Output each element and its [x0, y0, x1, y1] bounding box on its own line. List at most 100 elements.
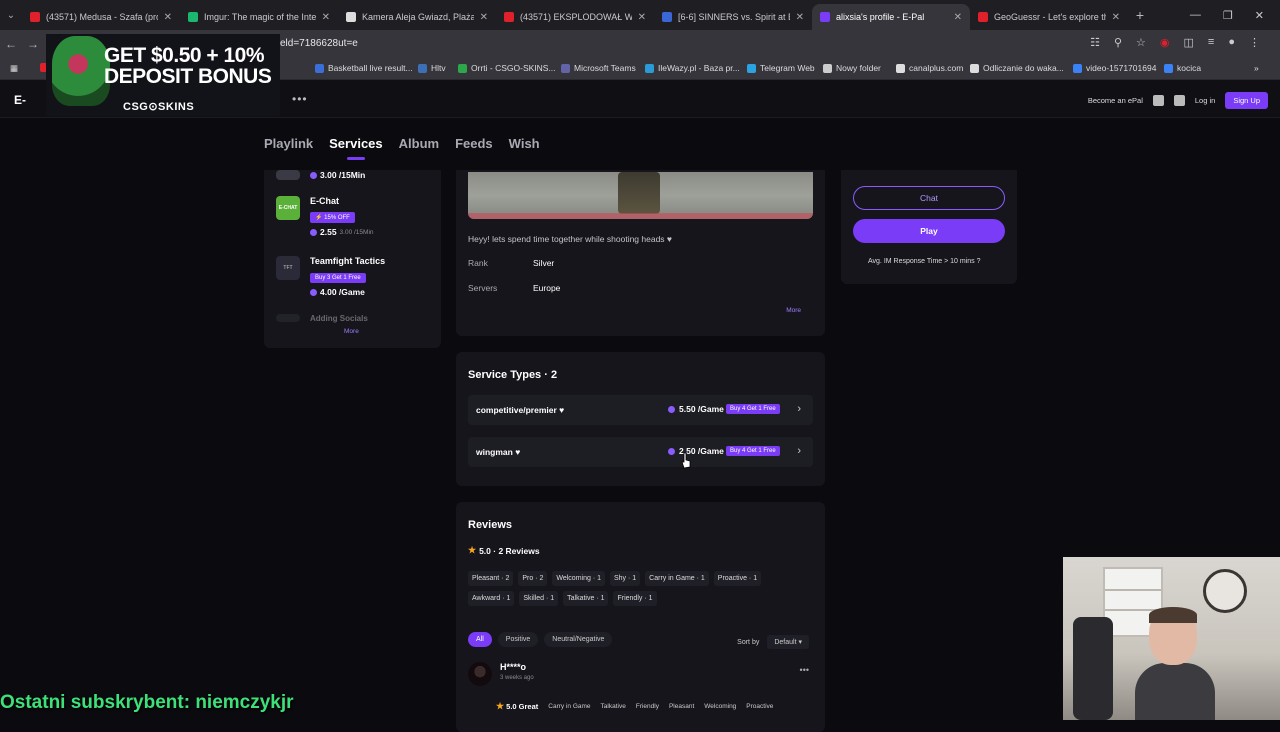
extension-icon[interactable]: ◉: [1160, 36, 1170, 49]
chevron-right-icon[interactable]: ›: [797, 445, 801, 457]
service-price: 2.50 /Game: [668, 446, 724, 456]
browser-tab[interactable]: (43571) EKSPLODOWAŁ WSZY ✕: [496, 4, 654, 30]
tab-favicon-icon: [346, 12, 356, 22]
avatar[interactable]: [468, 662, 492, 686]
tab-services[interactable]: Services: [329, 136, 383, 160]
profile-icon[interactable]: ●: [1228, 36, 1235, 49]
browser-tab[interactable]: Kamera Aleja Gwiazd, Plaża, M ✕: [338, 4, 496, 30]
tab-album[interactable]: Album: [399, 136, 439, 151]
tab-close-icon[interactable]: ✕: [638, 12, 646, 23]
browser-tab[interactable]: (43571) Medusa - Szafa (prod. ✕: [22, 4, 180, 30]
filter-neutral-negative[interactable]: Neutral/Negative: [544, 632, 613, 647]
puzzle-icon[interactable]: ◫: [1184, 36, 1194, 49]
signup-button[interactable]: Sign Up: [1225, 92, 1268, 109]
forward-icon[interactable]: →: [22, 37, 44, 51]
review-tag[interactable]: Shy · 1: [609, 571, 641, 586]
become-epal-link[interactable]: Become an ePal: [1088, 96, 1143, 105]
review-tag[interactable]: Carry in Game · 1: [645, 571, 709, 586]
bookmark-item[interactable]: IleWazy.pl - Baza pr...: [645, 63, 740, 73]
filter-all[interactable]: All: [468, 632, 492, 647]
review-tag[interactable]: Awkward · 1: [468, 591, 515, 606]
restore-icon[interactable]: ❐: [1223, 9, 1233, 22]
review-tag[interactable]: Pleasant · 2: [468, 571, 514, 586]
rank-row: Rank Silver: [468, 258, 554, 268]
more-menu-icon[interactable]: •••: [292, 92, 308, 106]
review-tag[interactable]: Pro · 2: [518, 571, 548, 586]
sidebar-service-partial[interactable]: 3.00 /15Min: [276, 170, 365, 180]
sort-select[interactable]: Default ▾: [767, 635, 809, 649]
gift-icon[interactable]: [1152, 95, 1164, 106]
chevron-right-icon[interactable]: ›: [797, 403, 801, 415]
chat-button[interactable]: Chat: [853, 186, 1005, 210]
review-item-tag: Friendly: [635, 703, 659, 710]
epal-logo[interactable]: E-: [14, 93, 26, 107]
bookmark-item[interactable]: canalplus.com: [896, 63, 963, 73]
apps-icon[interactable]: ▦: [10, 63, 18, 74]
star-icon: ★: [496, 701, 505, 711]
bookmark-item[interactable]: Telegram Web: [747, 63, 815, 73]
browser-tab[interactable]: [6-6] SINNERS vs. Spirit at BLA ✕: [654, 4, 812, 30]
play-button[interactable]: Play: [853, 219, 1005, 243]
tab-close-icon[interactable]: ✕: [480, 12, 488, 23]
review-tag[interactable]: Skilled · 1: [519, 591, 559, 606]
sidebar-service-tft[interactable]: TFT Teamfight Tactics Buy 3 Get 1 Free 4…: [276, 256, 385, 297]
service-types-title: Service Types · 2: [468, 369, 558, 381]
review-tag[interactable]: Talkative · 1: [563, 591, 609, 606]
media-icon[interactable]: ≡: [1208, 36, 1214, 49]
bookmark-item[interactable]: video-1571701694: [1073, 63, 1156, 73]
bookmark-icon: [418, 63, 427, 73]
bookmark-item[interactable]: Hltv: [418, 63, 446, 73]
bookmark-item[interactable]: Nowy folder: [823, 63, 881, 73]
bookmark-item[interactable]: Microsoft Teams: [561, 63, 636, 73]
bookmark-item[interactable]: Orrti - CSGO-SKINS...: [458, 63, 556, 73]
tab-search-icon[interactable]: ⌄: [0, 10, 22, 21]
tab-playlink[interactable]: Playlink: [264, 136, 313, 151]
csgo-skins-ad[interactable]: GET $0.50 + 10% DEPOSIT BONUS CSG⊙SKINS: [46, 34, 280, 116]
tab-feeds[interactable]: Feeds: [455, 136, 493, 151]
tab-wish[interactable]: Wish: [509, 136, 540, 151]
browser-tab[interactable]: alixsia's profile - E-Pal ✕: [812, 4, 970, 30]
filter-positive[interactable]: Positive: [497, 632, 539, 647]
tab-close-icon[interactable]: ✕: [322, 12, 330, 23]
review-tag[interactable]: Proactive · 1: [713, 571, 762, 586]
review-tag[interactable]: Friendly · 1: [613, 591, 657, 606]
url-field[interactable]: eld=7186628ut=e: [280, 38, 358, 49]
service-row-wingman[interactable]: wingman ♥ 2.50 /Game Buy 4 Get 1 Free ›: [468, 437, 813, 467]
tab-close-icon[interactable]: ✕: [954, 12, 962, 23]
back-icon[interactable]: ←: [0, 37, 22, 51]
tab-close-icon[interactable]: ✕: [164, 12, 172, 23]
tab-close-icon[interactable]: ✕: [796, 12, 804, 23]
tab-close-icon[interactable]: ✕: [1112, 12, 1120, 23]
new-tab-button[interactable]: +: [1128, 7, 1152, 23]
bookmark-star-icon[interactable]: ☆: [1136, 36, 1146, 49]
menu-icon[interactable]: ⋮: [1249, 36, 1260, 49]
help-icon[interactable]: ?: [977, 258, 981, 265]
login-link[interactable]: Log in: [1195, 96, 1215, 105]
more-bookmarks-icon[interactable]: »: [1254, 63, 1259, 73]
close-window-icon[interactable]: ✕: [1255, 9, 1264, 22]
translate-icon[interactable]: ☷: [1090, 36, 1100, 49]
profile-subnav: Playlink Services Album Feeds Wish: [264, 136, 540, 160]
zoom-icon[interactable]: ⚲: [1114, 36, 1122, 49]
sidebar-service-echat[interactable]: E-CHAT E-Chat ⚡ 15% OFF 2.55 3.00 /15Min: [276, 196, 374, 237]
bookmark-item[interactable]: kocica: [1164, 63, 1201, 73]
browser-tab[interactable]: Imgur: The magic of the Intern ✕: [180, 4, 338, 30]
bookmark-item[interactable]: Basketball live result...: [315, 63, 413, 73]
reviews-score: ★ 5.0 · 2 Reviews: [468, 545, 540, 556]
service-thumb: [276, 170, 300, 180]
intro-video[interactable]: [468, 172, 813, 219]
browser-tab[interactable]: GeoGuessr - Let's explore the ✕: [970, 4, 1128, 30]
bookmark-item[interactable]: Odliczanie do waka...: [970, 63, 1064, 73]
sidebar-more-link[interactable]: More: [344, 328, 359, 335]
bookmark-icon: [970, 63, 979, 73]
discord-icon[interactable]: [1173, 95, 1185, 106]
service-name: wingman ♥: [476, 447, 521, 457]
video-figure: [618, 172, 660, 214]
minimize-icon[interactable]: —: [1190, 9, 1201, 21]
review-tag[interactable]: Welcoming · 1: [552, 571, 605, 586]
bio-text: Heyy! lets spend time together while sho…: [468, 234, 672, 244]
service-row-competitive[interactable]: competitive/premier ♥ 5.50 /Game Buy 4 G…: [468, 395, 813, 425]
hero-more-link[interactable]: More: [786, 307, 801, 314]
review-menu-icon[interactable]: •••: [800, 665, 809, 675]
review-date: 3 weeks ago: [500, 675, 534, 681]
